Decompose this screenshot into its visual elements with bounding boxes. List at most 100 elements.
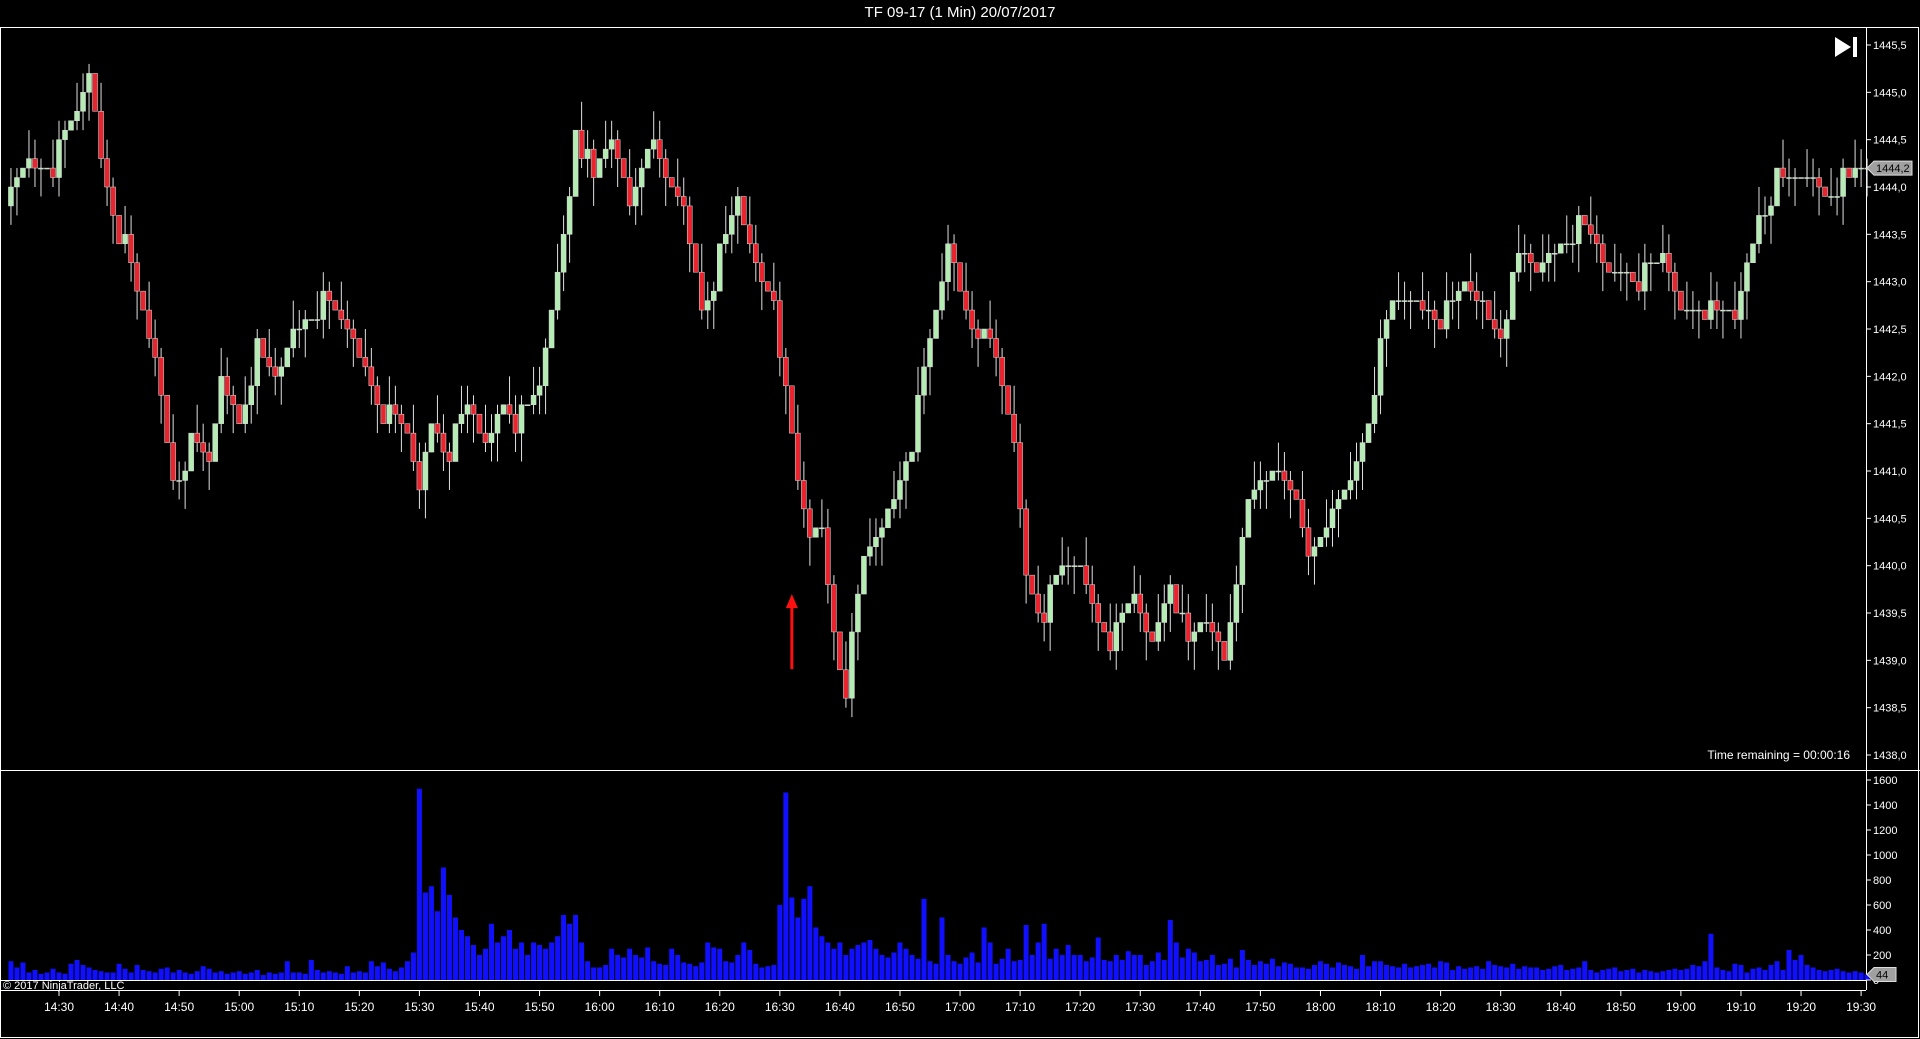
candle-up [632, 186, 639, 207]
volume-bar [1005, 948, 1011, 980]
candle-up [218, 376, 224, 424]
candle-up [1317, 537, 1324, 547]
candle-up [1233, 584, 1240, 623]
volume-bar [1642, 970, 1648, 980]
candle-up [1810, 177, 1816, 179]
volume-bar [903, 948, 909, 980]
time-tick-label: 16:20 [705, 1000, 735, 1014]
volume-bar [855, 945, 861, 980]
candle-up [554, 271, 561, 311]
volume-bar [885, 957, 891, 980]
skip-to-end-icon[interactable] [1834, 36, 1858, 58]
candle-down [1822, 186, 1828, 197]
candle-up [879, 527, 885, 538]
volume-bar [374, 966, 380, 980]
volume-bar [50, 968, 56, 980]
volume-bar [1612, 967, 1618, 980]
candle-down [50, 167, 56, 178]
volume-bar [543, 948, 549, 980]
candle-down [1533, 262, 1540, 273]
price-volume-chart[interactable]: 1445,5 1445,0 1444,5 1444,0 1443,5 1443,0 1442… [0, 0, 1920, 1039]
candle-down [1714, 300, 1720, 311]
volume-bar [1209, 955, 1215, 980]
chart-frame [0, 27, 1920, 1038]
volume-bar [8, 961, 14, 980]
volume-bar [1275, 966, 1281, 980]
candle-down [416, 461, 423, 491]
volume-bar [1414, 966, 1420, 980]
candle-up [296, 328, 303, 331]
candle-up [530, 395, 537, 405]
volume-bar [1768, 965, 1774, 980]
volume-bar [1263, 963, 1269, 980]
candle-up [1059, 565, 1065, 576]
volume-bar [290, 972, 296, 980]
candle-up [1197, 622, 1204, 633]
candle-down [1281, 470, 1288, 481]
candle-up [1840, 167, 1846, 197]
candle-down [1287, 480, 1294, 491]
volume-bar [765, 966, 771, 980]
candle-up [44, 167, 50, 170]
volume-bar [1221, 963, 1227, 980]
candle-down [134, 262, 140, 292]
volume-bar [302, 973, 308, 980]
volume-bar [158, 968, 164, 980]
candle-up [566, 196, 573, 235]
candle-down [578, 129, 585, 159]
volume-tick-label: 200 [1873, 950, 1891, 962]
volume-bar [777, 905, 783, 980]
volume-bar [531, 942, 537, 980]
candle-down [1149, 631, 1156, 642]
volume-bar [44, 972, 50, 980]
volume-bar [284, 961, 290, 980]
volume-bar [482, 948, 488, 980]
candle-up [1407, 300, 1414, 302]
candle-up [1576, 215, 1582, 245]
volume-bar [759, 967, 765, 980]
volume-bar [1107, 961, 1113, 980]
volume-bar [1498, 966, 1504, 980]
candle-up [1545, 253, 1552, 263]
volume-bar [819, 936, 825, 980]
candle-down [614, 139, 621, 159]
volume-bar [236, 971, 242, 980]
volume-bar [849, 948, 855, 980]
volume-bar [807, 886, 813, 980]
volume-bar [1161, 960, 1167, 980]
volume-bar [927, 961, 933, 980]
volume-bar [1065, 945, 1071, 980]
candle-up [729, 215, 735, 235]
candle-up [86, 73, 92, 93]
candle-up [1347, 480, 1354, 491]
candle-up [1503, 319, 1510, 339]
candle-up [548, 309, 555, 349]
candle-down [116, 215, 122, 245]
volume-bar [26, 972, 32, 980]
candle-up [458, 413, 465, 424]
candle-up [1443, 300, 1450, 330]
volume-bar [1311, 965, 1317, 980]
candle-up [464, 404, 471, 415]
volume-bar [1858, 972, 1864, 980]
candle-up [386, 404, 393, 424]
volume-bar [1360, 955, 1366, 980]
candle-up [1558, 243, 1564, 254]
candle-down [206, 451, 212, 462]
volume-bar [723, 961, 729, 980]
candle-down [753, 243, 759, 263]
candle-up [1756, 215, 1762, 245]
volume-bar [633, 955, 639, 980]
time-tick-label: 19:20 [1786, 1000, 1816, 1014]
candle-up [38, 167, 44, 170]
volume-bar [573, 915, 579, 980]
volume-bar [296, 972, 302, 980]
candle-up [494, 413, 501, 434]
volume-bar [1486, 961, 1492, 980]
candle-down [957, 262, 963, 292]
candle-up [284, 347, 291, 368]
volume-bar [1101, 960, 1107, 980]
candle-up [705, 300, 711, 311]
volume-bar [585, 961, 591, 980]
volume-tick-label: 800 [1873, 875, 1891, 887]
